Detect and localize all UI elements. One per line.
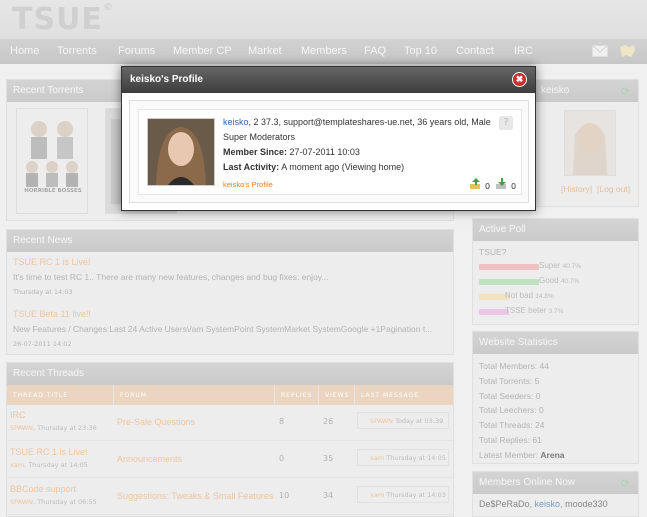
member-since-label: Member Since:	[223, 147, 288, 157]
last-activity-value: A moment ago (Viewing home)	[279, 162, 405, 172]
download-count: 0	[511, 182, 517, 191]
profile-avatar	[147, 118, 215, 186]
profile-modal: keisko's Profile ✖ keisko, 2 37.3, suppo…	[121, 66, 536, 211]
last-activity-label: Last Activity:	[223, 162, 280, 172]
profile-info: , 2 37.3, support@templateshares-ue.net,…	[248, 117, 491, 127]
profile-card: keisko, 2 37.3, support@templateshares-u…	[138, 109, 522, 195]
profile-group: Super Moderators	[223, 132, 296, 142]
upload-icon	[470, 178, 480, 189]
close-button[interactable]: ✖	[512, 72, 527, 87]
upload-count: 0	[485, 182, 491, 191]
profile-link[interactable]: keisko's Profile	[223, 180, 273, 189]
member-since-value: 27-07-2011 10:03	[287, 147, 360, 157]
download-icon	[496, 178, 506, 189]
help-icon[interactable]: ?	[499, 116, 513, 130]
modal-body: keisko, 2 37.3, support@templateshares-u…	[129, 100, 529, 203]
profile-name[interactable]: keisko	[223, 117, 249, 127]
modal-title: keisko's Profile	[130, 74, 203, 85]
